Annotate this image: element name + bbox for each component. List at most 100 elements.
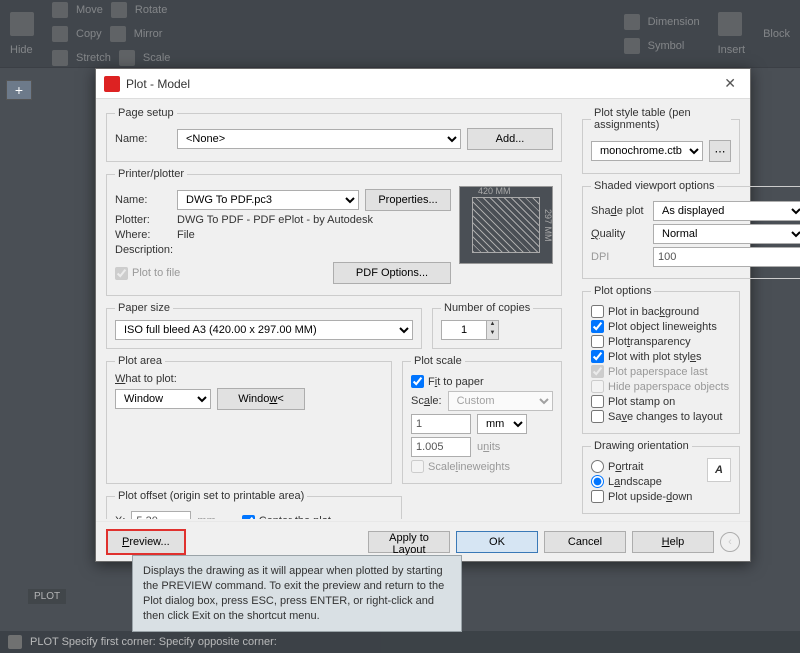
paper-size-select[interactable]: ISO full bleed A3 (420.00 x 297.00 MM) — [115, 320, 413, 340]
style-select[interactable]: monochrome.ctb — [591, 141, 703, 161]
plot-badge: PLOT — [28, 589, 66, 604]
plus-icon: + — [15, 83, 23, 97]
plot-options-group: Plot options Plot in background Plot obj… — [582, 285, 740, 434]
shaded-legend: Shaded viewport options — [591, 180, 717, 192]
upside-check[interactable]: Plot upside-down — [591, 490, 703, 503]
rib-lbl: Hide — [10, 44, 34, 56]
page-setup-group: Page setup Name: <None> Add... — [106, 107, 562, 162]
plot-area-group: Plot area WWhat to plot:hat to plot: Win… — [106, 355, 392, 484]
hide-icon — [10, 12, 34, 36]
scale-d — [411, 437, 471, 457]
pdf-options-button[interactable]: PDF Options... — [333, 262, 451, 284]
printer-group: Printer/plotter Name: DWG To PDF.pc3 Pro… — [106, 168, 562, 296]
mm1: mm — [197, 515, 215, 519]
fit-check[interactable]: Fit to paper — [411, 375, 553, 388]
hp-check: Hide paperspace objects — [591, 380, 731, 393]
move-icon — [52, 2, 68, 18]
lw-check[interactable]: Plot object lineweights — [591, 320, 731, 333]
preview-tooltip: Displays the drawing as it will appear w… — [132, 555, 462, 632]
name-label: Name: — [115, 133, 171, 145]
quality-label: Quality — [591, 228, 647, 240]
style-group: Plot style table (pen assignments) monoc… — [582, 107, 740, 174]
scale-label: Scale: — [411, 395, 442, 407]
style-edit-button[interactable]: ⋯ — [709, 140, 731, 162]
printer-legend: Printer/plotter — [115, 168, 187, 180]
cmd-icon — [8, 635, 22, 649]
ok-button[interactable]: OK — [456, 531, 538, 553]
cmd-text: PLOT Specify first corner: Specify oppos… — [30, 636, 277, 648]
scale-legend: Plot scale — [411, 355, 465, 367]
preview-button[interactable]: Preview... — [106, 529, 186, 555]
units-label: units — [477, 441, 500, 453]
window-button[interactable]: Window< — [217, 388, 305, 410]
tr-check[interactable]: Plot transparency — [591, 335, 731, 348]
copies-legend: Number of copies — [441, 302, 533, 314]
copies-group: Number of copies ▲▼ — [432, 302, 562, 349]
plotter-value: DWG To PDF - PDF ePlot - by Autodesk — [177, 214, 373, 226]
where-label: Where: — [115, 229, 171, 241]
close-button[interactable]: ✕ — [718, 75, 742, 92]
x-input — [131, 511, 191, 519]
paper-legend: Paper size — [115, 302, 173, 314]
page-setup-legend: Page setup — [115, 107, 177, 119]
printer-name-label: Name: — [115, 194, 171, 206]
shade-label: Shade plot — [591, 205, 647, 217]
expand-button[interactable]: ‹ — [720, 532, 740, 552]
area-legend: Plot area — [115, 355, 165, 367]
style-legend: Plot style table (pen assignments) — [591, 107, 731, 131]
plotter-label: Plotter: — [115, 214, 171, 226]
start-tab[interactable]: + — [6, 80, 32, 100]
paper-size-group: Paper size ISO full bleed A3 (420.00 x 2… — [106, 302, 422, 349]
offset-legend: Plot offset (origin set to printable are… — [115, 490, 307, 502]
chevron-left-icon: ‹ — [728, 536, 732, 548]
scale-select: Custom — [448, 391, 553, 411]
properties-button[interactable]: Properties... — [365, 189, 451, 211]
sv-check[interactable]: Save changes to layout — [591, 410, 731, 423]
add-button[interactable]: Add... — [467, 128, 553, 150]
plot-dialog: Plot - Model ✕ Page setup Name: <None> A… — [95, 68, 751, 562]
shade-select[interactable]: As displayed — [653, 201, 800, 221]
what-select[interactable]: Window — [115, 389, 211, 409]
sty-check[interactable]: Plot with plot styles — [591, 350, 731, 363]
apply-button[interactable]: Apply to Layout — [368, 531, 450, 553]
desc-label: Description: — [115, 244, 185, 256]
scale-lw-check: Scale lineweights — [411, 460, 553, 473]
plot-to-file-check: Plot to file — [115, 267, 180, 280]
where-value: File — [177, 229, 195, 241]
plot-scale-group: Plot scale Fit to paper Scale:Custom mm … — [402, 355, 562, 484]
help-button[interactable]: Help — [632, 531, 714, 553]
titlebar: Plot - Model ✕ — [96, 69, 750, 99]
landscape-radio[interactable]: Landscape — [591, 475, 703, 488]
copies-spinner[interactable]: ▲▼ — [487, 320, 499, 340]
cancel-button[interactable]: Cancel — [544, 531, 626, 553]
quality-select[interactable]: Normal — [653, 224, 800, 244]
command-line[interactable]: PLOT Specify first corner: Specify oppos… — [0, 631, 800, 653]
printer-select[interactable]: DWG To PDF.pc3 — [177, 190, 359, 210]
app-icon — [104, 76, 120, 92]
hatch-icon — [472, 197, 540, 253]
mirror-icon — [110, 26, 126, 42]
dialog-title: Plot - Model — [126, 77, 718, 91]
center-check[interactable]: Center the plot — [242, 515, 331, 520]
unit-select[interactable]: mm — [477, 414, 527, 434]
scale-n — [411, 414, 471, 434]
dimension-icon — [624, 14, 640, 30]
scale-icon — [119, 50, 135, 66]
st-check[interactable]: Plot stamp on — [591, 395, 731, 408]
copy-icon — [52, 26, 68, 42]
dpi-label: DPI — [591, 251, 647, 263]
dim-w: 420 MM — [478, 186, 511, 196]
insert-icon — [718, 12, 742, 36]
stretch-icon — [52, 50, 68, 66]
pl-check: Plot paperspace last — [591, 365, 731, 378]
orient-legend: Drawing orientation — [591, 440, 692, 452]
orient-icon: A — [707, 458, 731, 482]
opts-legend: Plot options — [591, 285, 654, 297]
portrait-radio[interactable]: Portrait — [591, 460, 703, 473]
offset-group: Plot offset (origin set to printable are… — [106, 490, 402, 519]
bg-check[interactable]: Plot in background — [591, 305, 731, 318]
dpi-input — [653, 247, 800, 267]
page-setup-select[interactable]: <None> — [177, 129, 461, 149]
copies-input[interactable] — [441, 320, 487, 340]
what-label: WWhat to plot:hat to plot: — [115, 373, 383, 385]
